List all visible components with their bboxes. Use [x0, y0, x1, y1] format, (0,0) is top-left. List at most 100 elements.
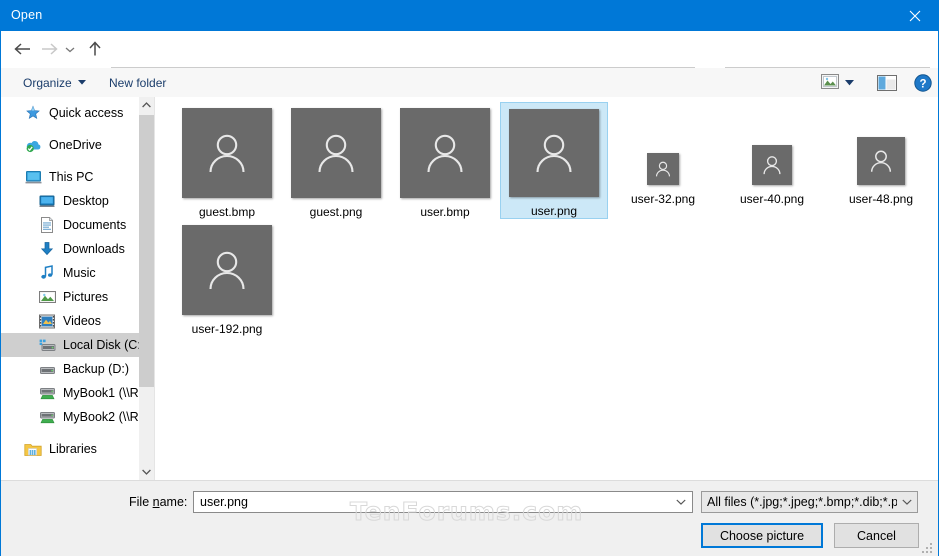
this-pc-icon	[23, 167, 43, 187]
sidebar-item-music[interactable]: Music	[1, 261, 141, 285]
drive-icon	[37, 359, 57, 379]
person-silhouette-icon	[647, 153, 679, 185]
scroll-up-icon[interactable]	[139, 97, 154, 113]
organize-button[interactable]: Organize	[15, 68, 94, 97]
person-silhouette-icon	[752, 145, 792, 185]
sidebar-item-label: Music	[63, 266, 96, 280]
file-item-label: user-192.png	[192, 322, 263, 336]
file-item-user-bmp[interactable]: user.bmp	[391, 102, 499, 219]
close-icon[interactable]	[892, 1, 938, 31]
file-item-guest-png[interactable]: guest.png	[282, 102, 390, 219]
forward-arrow-icon	[37, 37, 61, 61]
cancel-label: Cancel	[857, 529, 896, 543]
sidebar-item-label: Downloads	[63, 242, 125, 256]
up-arrow-icon[interactable]	[83, 37, 107, 61]
network-drive-icon	[37, 407, 57, 427]
file-type-chevron-down-icon[interactable]	[897, 499, 917, 505]
sidebar-item-desktop[interactable]: Desktop	[1, 189, 141, 213]
sidebar-item-mybook2[interactable]: MyBook2 (\\REA	[1, 405, 141, 429]
choose-picture-button[interactable]: Choose picture	[701, 523, 823, 548]
file-item-label: guest.bmp	[199, 205, 255, 219]
file-item-label: user-32.png	[631, 192, 695, 206]
file-item-user-192-png[interactable]: user-192.png	[173, 219, 281, 336]
documents-icon	[37, 215, 57, 235]
person-silhouette-icon	[291, 108, 381, 198]
file-item-label: user.bmp	[420, 205, 469, 219]
address-row: › This PC › Local Disk (C:) › ProgramDat…	[1, 31, 938, 68]
downloads-icon	[37, 239, 57, 259]
sidebar-item-local-disk[interactable]: Local Disk (C:)	[1, 333, 141, 357]
file-item-user-40-png[interactable]: user-40.png	[718, 102, 826, 219]
new-folder-button[interactable]: New folder	[101, 68, 174, 97]
file-item-label: user.png	[531, 204, 577, 218]
file-name-chevron-down-icon[interactable]	[670, 499, 692, 505]
file-item-label: guest.png	[310, 205, 363, 219]
sidebar-item-label: Documents	[63, 218, 126, 232]
sidebar-item-libraries[interactable]: Libraries	[1, 437, 141, 461]
sidebar-scrollbar-thumb[interactable]	[139, 115, 154, 387]
file-list[interactable]: guest.bmp guest.png user.bmp user.png	[155, 97, 938, 480]
videos-icon	[37, 311, 57, 331]
help-icon[interactable]: ?	[906, 68, 939, 97]
onedrive-icon	[23, 135, 43, 155]
person-silhouette-icon	[509, 109, 599, 197]
file-name-label-post: ame:	[160, 495, 188, 509]
file-type-select[interactable]: All files (*.jpg;*.jpeg;*.bmp;*.dib;*.pn…	[701, 491, 918, 513]
file-name-label-pre: File	[129, 495, 153, 509]
caret-down-icon	[78, 80, 86, 85]
spacer	[1, 157, 141, 165]
person-silhouette-icon	[182, 108, 272, 198]
sidebar-item-label: Pictures	[63, 290, 108, 304]
local-disk-icon	[37, 335, 57, 355]
sidebar-item-this-pc[interactable]: This PC	[1, 165, 141, 189]
file-item-guest-bmp[interactable]: guest.bmp	[173, 102, 281, 219]
cancel-button[interactable]: Cancel	[834, 523, 919, 548]
sidebar-item-pictures[interactable]: Pictures	[1, 285, 141, 309]
sidebar-item-onedrive[interactable]: OneDrive	[1, 133, 141, 157]
file-name-label: File name:	[129, 495, 187, 509]
file-item-user-32-png[interactable]: user-32.png	[609, 102, 717, 219]
back-arrow-icon[interactable]	[10, 37, 34, 61]
command-bar: Organize New folder	[1, 68, 938, 98]
sidebar-scrollbar[interactable]	[139, 97, 154, 480]
file-item-label: user-40.png	[740, 192, 804, 206]
title-bar: Open	[1, 1, 938, 31]
spacer	[1, 125, 141, 133]
svg-text:?: ?	[919, 78, 926, 90]
preview-pane-icon[interactable]	[869, 68, 905, 97]
file-name-label-accel: n	[153, 495, 160, 509]
scroll-down-icon[interactable]	[139, 464, 154, 480]
change-view-caret-down-icon[interactable]	[837, 68, 862, 97]
network-drive-icon	[37, 383, 57, 403]
sidebar-item-label: Desktop	[63, 194, 109, 208]
file-item-user-48-png[interactable]: user-48.png	[827, 102, 935, 219]
file-item-label: user-48.png	[849, 192, 913, 206]
organize-label: Organize	[23, 76, 72, 90]
sidebar-item-label: Quick access	[49, 106, 123, 120]
person-silhouette-icon	[857, 137, 905, 185]
navigation-pane: Quick access OneDrive	[1, 97, 154, 480]
file-type-value: All files (*.jpg;*.jpeg;*.bmp;*.dib;*.pn…	[707, 495, 897, 509]
pictures-icon	[37, 287, 57, 307]
file-name-input[interactable]: user.png	[193, 491, 693, 513]
sidebar-item-label: Local Disk (C:)	[63, 338, 145, 352]
sidebar-item-quick-access[interactable]: Quick access	[1, 101, 141, 125]
sidebar-item-documents[interactable]: Documents	[1, 213, 141, 237]
new-folder-label: New folder	[109, 76, 166, 90]
sidebar-item-backup-d[interactable]: Backup (D:)	[1, 357, 141, 381]
sidebar-item-downloads[interactable]: Downloads	[1, 237, 141, 261]
spacer	[1, 429, 141, 437]
sidebar-item-label: Libraries	[49, 442, 97, 456]
choose-picture-label: Choose picture	[720, 529, 804, 543]
content-area: Quick access OneDrive	[1, 97, 938, 480]
window-title: Open	[11, 8, 42, 22]
music-icon	[37, 263, 57, 283]
file-item-user-png[interactable]: user.png	[500, 102, 608, 219]
person-silhouette-icon	[182, 225, 272, 315]
recent-locations-chevron-down-icon[interactable]	[61, 37, 79, 61]
sidebar-item-videos[interactable]: Videos	[1, 309, 141, 333]
sidebar-item-mybook1[interactable]: MyBook1 (\\REA	[1, 381, 141, 405]
resize-grip-icon[interactable]	[922, 541, 934, 553]
navigation-list: Quick access OneDrive	[1, 101, 141, 461]
open-file-dialog: Open › This PC ›	[0, 0, 939, 556]
